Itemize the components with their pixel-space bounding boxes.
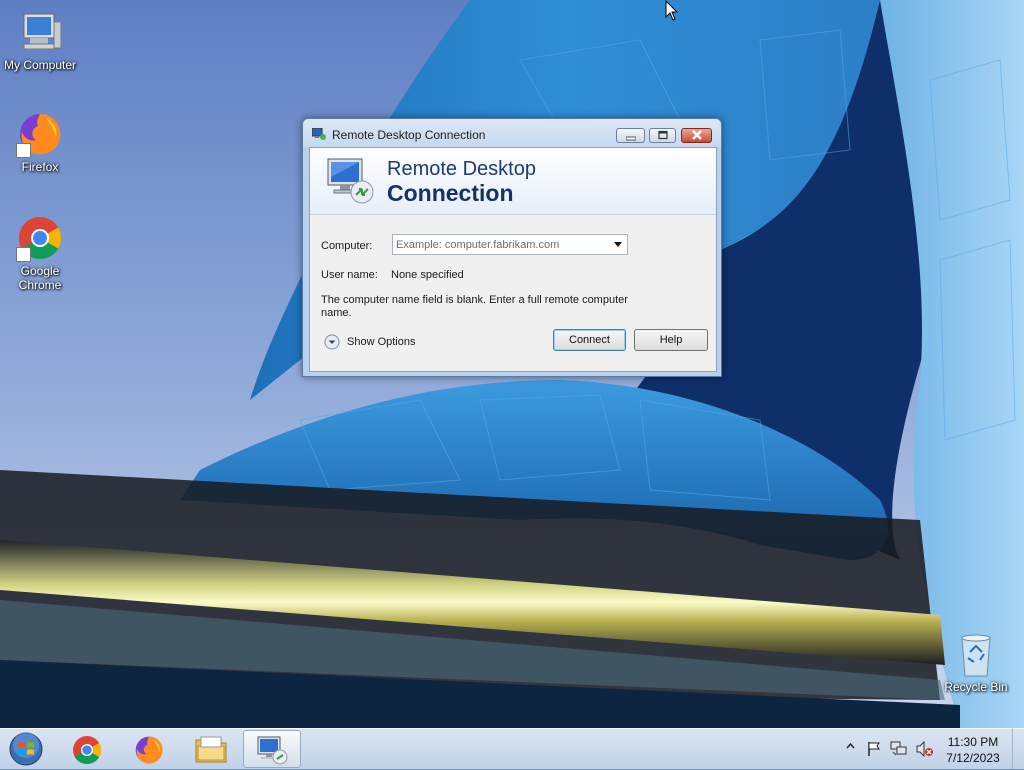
expand-chevron-icon <box>324 334 340 350</box>
remote-desktop-connection-window: Remote Desktop Connection Remote Desktop <box>302 118 722 377</box>
banner-title-line1: Remote Desktop <box>387 158 536 180</box>
computer-input[interactable] <box>393 235 605 254</box>
dialog-client-area: Remote Desktop Connection Computer: User… <box>309 147 717 372</box>
computer-icon <box>16 8 64 56</box>
desktop-icon-firefox[interactable]: Firefox <box>0 110 80 174</box>
connect-button[interactable]: Connect <box>553 329 626 351</box>
firefox-icon <box>16 110 64 158</box>
recycle-bin-icon <box>952 630 1000 678</box>
shortcut-arrow-icon <box>16 247 31 262</box>
show-options-label: Show Options <box>347 336 416 348</box>
action-center-flag-icon[interactable] <box>866 741 882 757</box>
user-name-label: User name: <box>321 269 378 281</box>
chrome-icon <box>16 214 64 262</box>
show-desktop-button[interactable] <box>1012 729 1024 769</box>
user-name-value: None specified <box>391 269 464 281</box>
windows-start-orb-icon <box>9 732 43 766</box>
clock-time[interactable]: 11:30 PM <box>940 735 1006 749</box>
banner-title-line2: Connection <box>387 180 514 206</box>
maximize-button[interactable] <box>649 128 676 143</box>
chrome-icon <box>73 736 102 765</box>
file-explorer-icon <box>195 736 227 763</box>
validation-hint: The computer name field is blank. Enter … <box>321 294 628 319</box>
desktop-icon-label: My Computer <box>3 58 77 72</box>
taskbar-file-explorer[interactable] <box>182 730 240 768</box>
clock-date[interactable]: 7/12/2023 <box>940 751 1006 765</box>
taskbar-firefox[interactable] <box>120 730 178 768</box>
desktop-icon-label: Recycle Bin <box>944 680 1008 694</box>
taskbar: 11:30 PM 7/12/2023 <box>0 728 1024 769</box>
system-tray <box>838 729 938 769</box>
mouse-cursor-icon <box>665 0 679 21</box>
window-title: Remote Desktop Connection <box>332 128 486 142</box>
chevron-down-icon <box>614 242 622 247</box>
volume-muted-icon[interactable] <box>916 741 934 757</box>
desktop-icon-google-chrome[interactable]: Google Chrome <box>0 214 80 292</box>
network-icon[interactable] <box>890 741 908 757</box>
shortcut-arrow-icon <box>16 143 31 158</box>
close-button[interactable] <box>681 128 712 143</box>
desktop-icon-label: Firefox <box>21 160 59 174</box>
start-button[interactable] <box>6 731 46 767</box>
taskbar-chrome[interactable] <box>58 730 116 768</box>
remote-desktop-icon <box>312 128 326 140</box>
remote-desktop-icon <box>257 736 288 765</box>
minimize-icon <box>625 136 636 141</box>
desktop-icon-my-computer[interactable]: My Computer <box>0 8 80 72</box>
title-bar[interactable]: Remote Desktop Connection <box>303 119 721 147</box>
close-icon <box>691 130 702 140</box>
show-hidden-icons-chevron[interactable] <box>846 741 855 751</box>
computer-label: Computer: <box>321 240 373 252</box>
desktop-icon-recycle-bin[interactable]: Recycle Bin <box>936 630 1016 694</box>
minimize-button[interactable] <box>616 128 645 143</box>
desktop-icon-label: Google Chrome <box>18 264 62 292</box>
taskbar-remote-desktop[interactable] <box>243 730 301 768</box>
help-button[interactable]: Help <box>634 329 708 351</box>
dialog-banner: Remote Desktop Connection <box>310 148 716 215</box>
combobox-dropdown-button[interactable] <box>609 235 627 254</box>
firefox-icon <box>135 736 163 764</box>
computer-combobox[interactable] <box>392 234 628 255</box>
remote-desktop-icon <box>327 158 374 204</box>
maximize-icon <box>657 130 668 140</box>
